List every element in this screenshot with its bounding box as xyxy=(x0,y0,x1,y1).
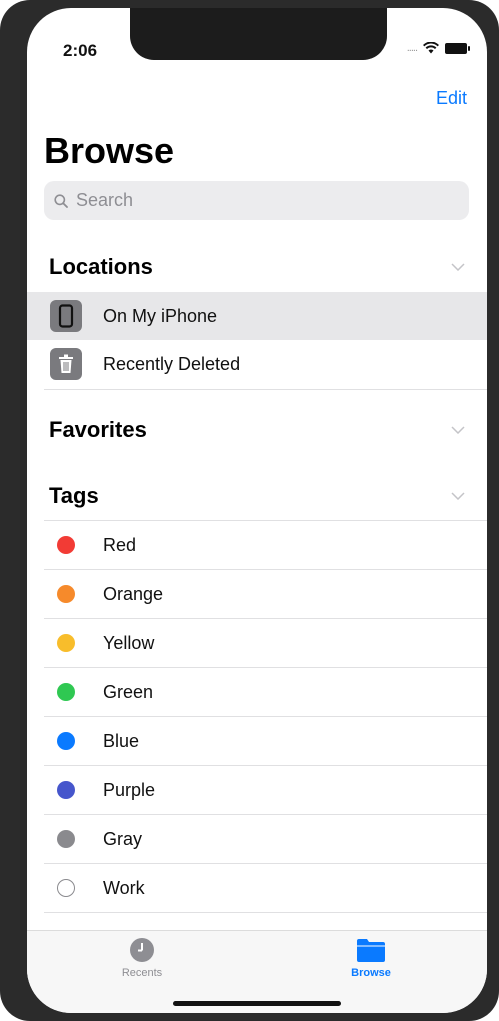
tag-item-red[interactable]: Red xyxy=(44,521,487,569)
folder-icon xyxy=(357,939,385,962)
tag-item-purple[interactable]: Purple xyxy=(44,766,487,814)
screen: 2:06 ..... Edit Browse Locations xyxy=(27,8,487,1013)
chevron-down-icon xyxy=(451,263,465,271)
location-label: On My iPhone xyxy=(103,305,218,326)
divider xyxy=(44,912,487,913)
tag-label: Green xyxy=(103,681,154,702)
tag-color-dot-icon xyxy=(57,634,75,652)
trash-icon xyxy=(50,348,82,380)
tag-item-green[interactable]: Green xyxy=(44,668,487,716)
tag-label: Work xyxy=(103,877,145,898)
tag-color-dot-icon xyxy=(57,585,75,603)
tag-color-dot-icon xyxy=(57,536,75,554)
tag-label: Orange xyxy=(103,583,164,604)
tag-item-work[interactable]: Work xyxy=(44,864,487,912)
tab-label: Recents xyxy=(121,967,163,979)
tag-label: Yellow xyxy=(103,632,155,653)
tag-label: Gray xyxy=(103,828,143,849)
divider xyxy=(44,389,487,390)
search-bar[interactable] xyxy=(44,181,469,220)
section-title: Locations xyxy=(49,254,153,279)
tag-item-gray[interactable]: Gray xyxy=(44,815,487,863)
tag-label: Red xyxy=(103,534,137,555)
section-title: Tags xyxy=(49,483,99,508)
status-time: 2:06 xyxy=(63,41,98,60)
section-header-tags[interactable]: Tags xyxy=(49,481,469,511)
notch xyxy=(130,8,387,60)
device-frame: 2:06 ..... Edit Browse Locations xyxy=(0,0,499,1021)
tag-label: Purple xyxy=(103,779,156,800)
home-indicator xyxy=(173,1001,341,1006)
section-title: Favorites xyxy=(49,417,147,442)
clock-icon xyxy=(130,938,154,962)
signal-dots-icon: ..... xyxy=(406,42,418,54)
status-icons: ..... xyxy=(406,42,470,54)
section-header-locations[interactable]: Locations xyxy=(49,252,469,282)
battery-icon xyxy=(445,42,470,54)
tag-item-yellow[interactable]: Yellow xyxy=(44,619,487,667)
search-icon xyxy=(54,193,68,208)
page-title: Browse xyxy=(44,130,175,171)
tag-label: Blue xyxy=(103,730,140,751)
edit-button[interactable]: Edit xyxy=(436,88,467,109)
search-input[interactable] xyxy=(74,189,458,212)
location-item-recently-deleted[interactable]: Recently Deleted xyxy=(44,340,487,388)
location-item-on-my-iphone[interactable]: On My iPhone xyxy=(27,292,487,340)
chevron-down-icon xyxy=(451,492,465,500)
tag-item-blue[interactable]: Blue xyxy=(44,717,487,765)
tab-browse[interactable]: Browse xyxy=(311,937,431,979)
section-header-favorites[interactable]: Favorites xyxy=(49,415,469,445)
tag-color-dot-icon xyxy=(57,732,75,750)
phone-icon xyxy=(50,300,82,332)
tag-item-orange[interactable]: Orange xyxy=(44,570,487,618)
wifi-icon xyxy=(423,42,439,54)
chevron-down-icon xyxy=(451,426,465,434)
location-label: Recently Deleted xyxy=(103,353,241,374)
tab-label: Browse xyxy=(351,967,391,979)
tag-color-dot-icon xyxy=(57,879,75,897)
tag-color-dot-icon xyxy=(57,683,75,701)
tab-recents[interactable]: Recents xyxy=(82,937,202,979)
tag-color-dot-icon xyxy=(57,781,75,799)
tag-color-dot-icon xyxy=(57,830,75,848)
